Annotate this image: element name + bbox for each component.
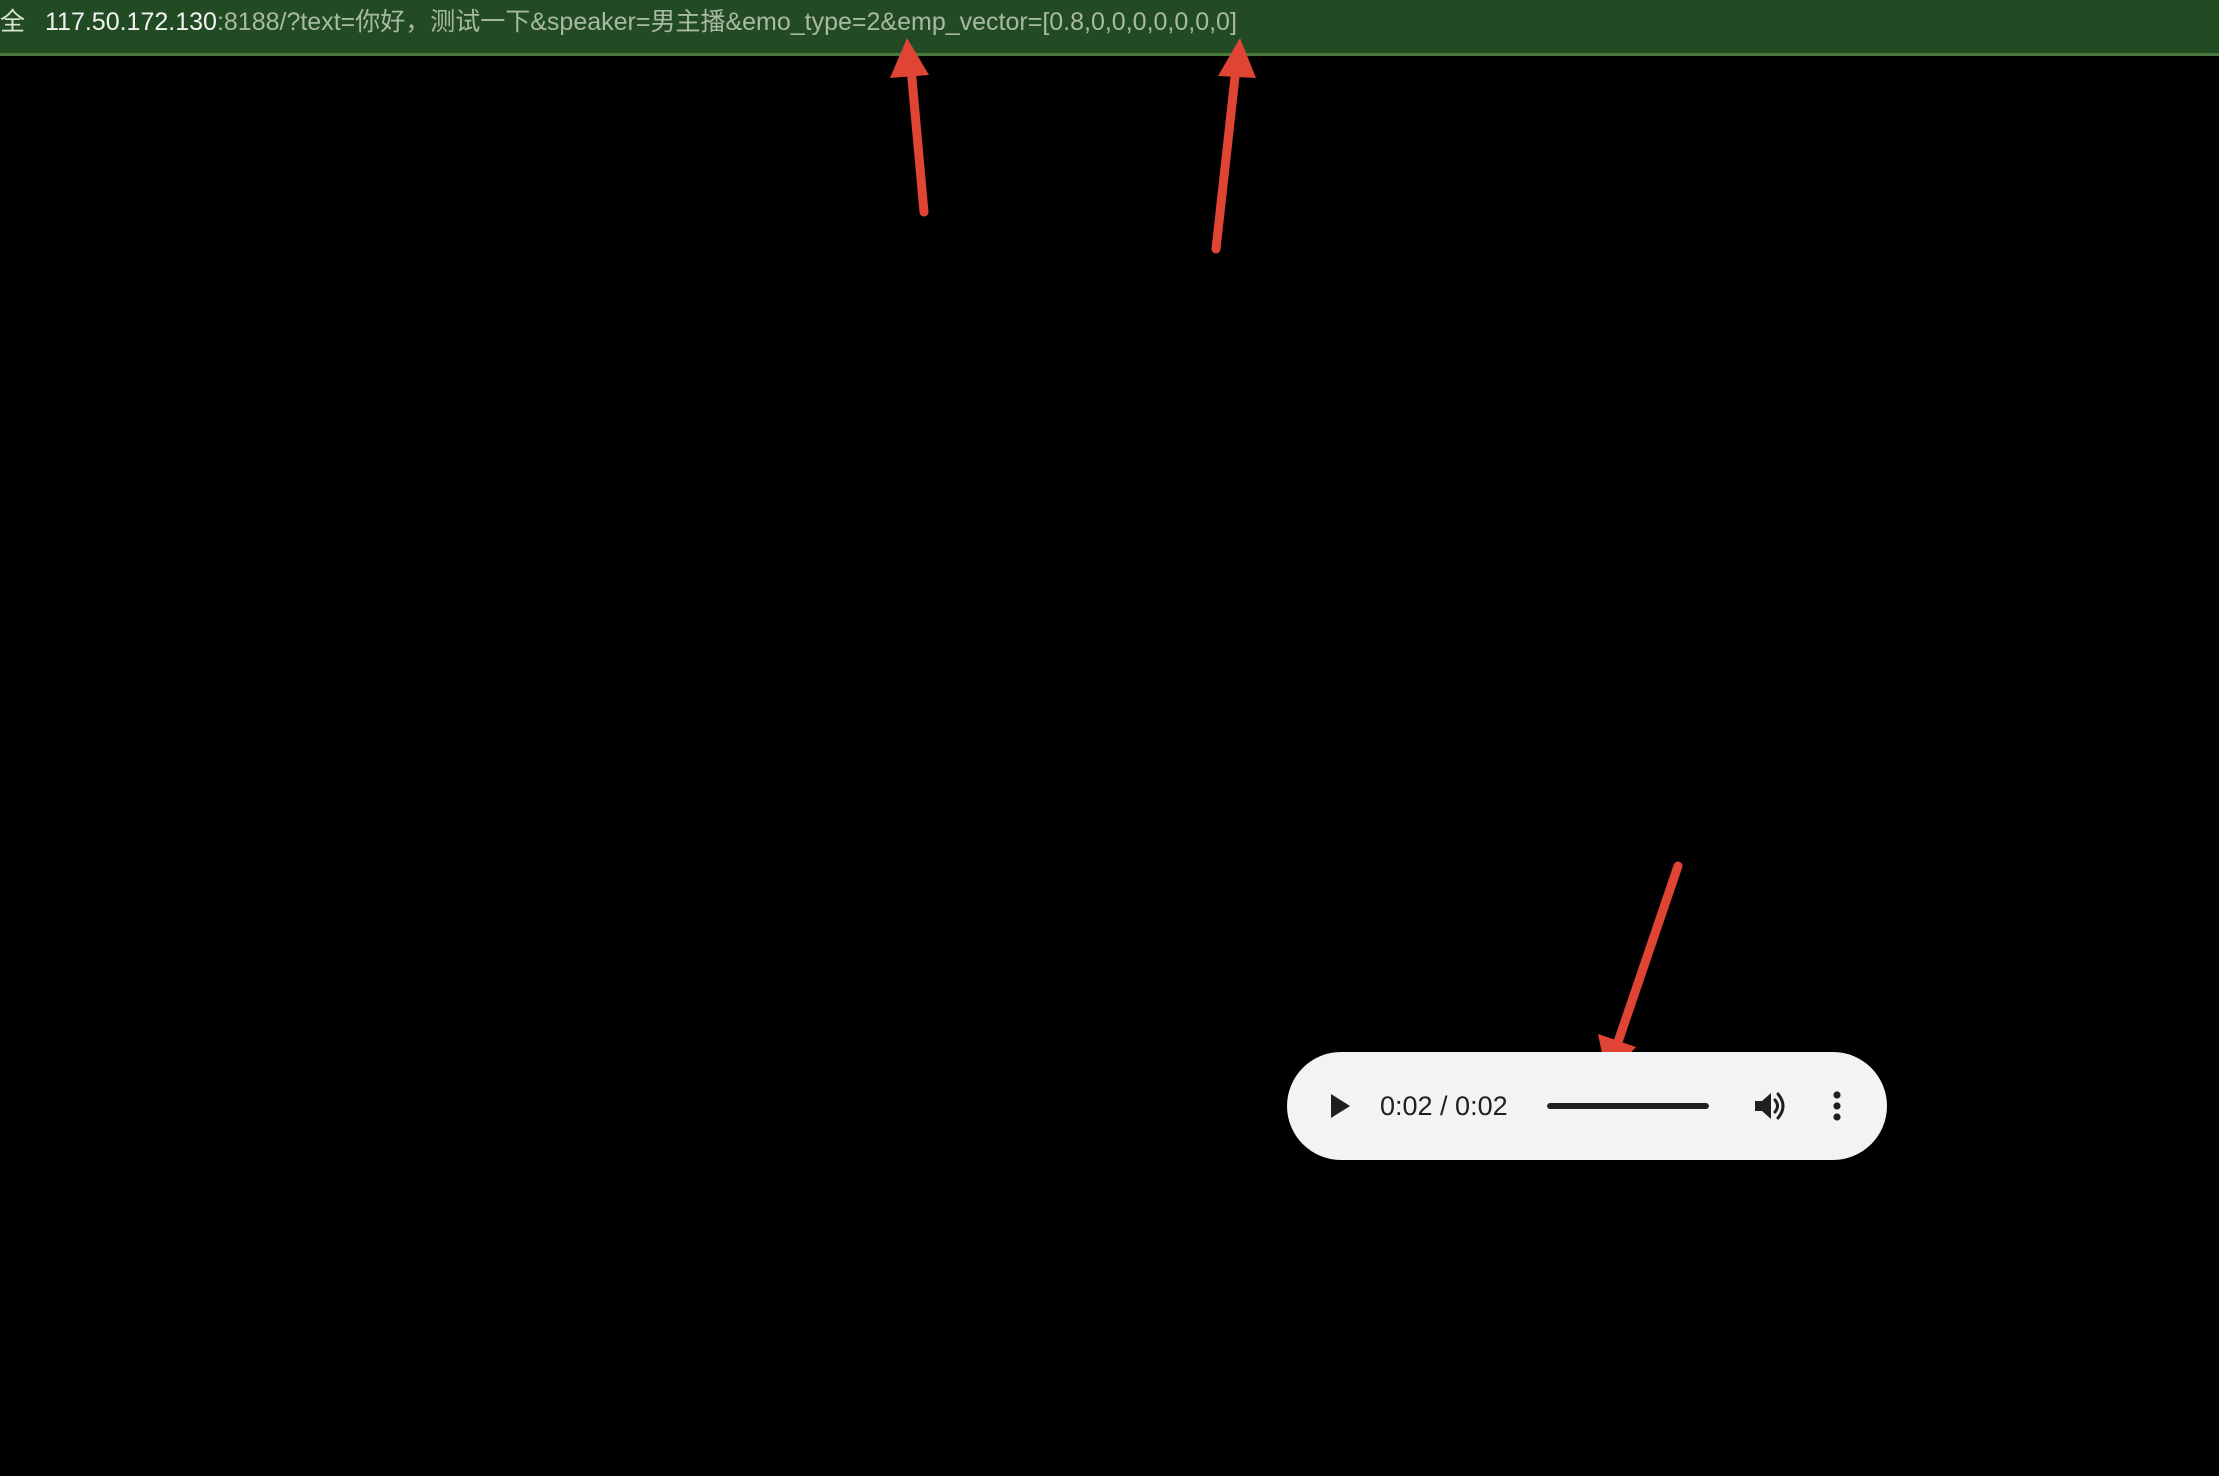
progress-slider[interactable] <box>1547 1101 1709 1111</box>
url-host: 117.50.172.130 <box>45 8 217 36</box>
progress-fill <box>1547 1103 1709 1109</box>
arrow-emo-type <box>890 38 929 217</box>
arrow-progress-bar <box>1598 861 1683 1078</box>
volume-button[interactable] <box>1751 1087 1791 1125</box>
url-text[interactable]: 117.50.172.130:8188/?text=你好，测试一下&speake… <box>45 0 1237 45</box>
address-bar-clipped-glyph: 全 <box>0 8 26 36</box>
page-root: 全 117.50.172.130:8188/?text=你好，测试一下&spea… <box>0 0 2219 1476</box>
address-bar[interactable]: 全 117.50.172.130:8188/?text=你好，测试一下&spea… <box>0 0 2219 56</box>
url-path-query: :8188/?text=你好，测试一下&speaker=男主播&emo_type… <box>216 8 1237 36</box>
annotation-arrows <box>890 38 1683 1078</box>
time-display: 0:02 / 0:02 <box>1380 1091 1508 1121</box>
volume-icon <box>1755 1092 1785 1120</box>
play-icon <box>1331 1094 1350 1118</box>
progress-bar <box>1547 1103 1709 1109</box>
arrow-emp-vector <box>1211 38 1256 254</box>
more-options-button[interactable] <box>1822 1087 1852 1125</box>
play-button[interactable] <box>1321 1087 1359 1125</box>
more-vert-icon <box>1833 1091 1841 1121</box>
